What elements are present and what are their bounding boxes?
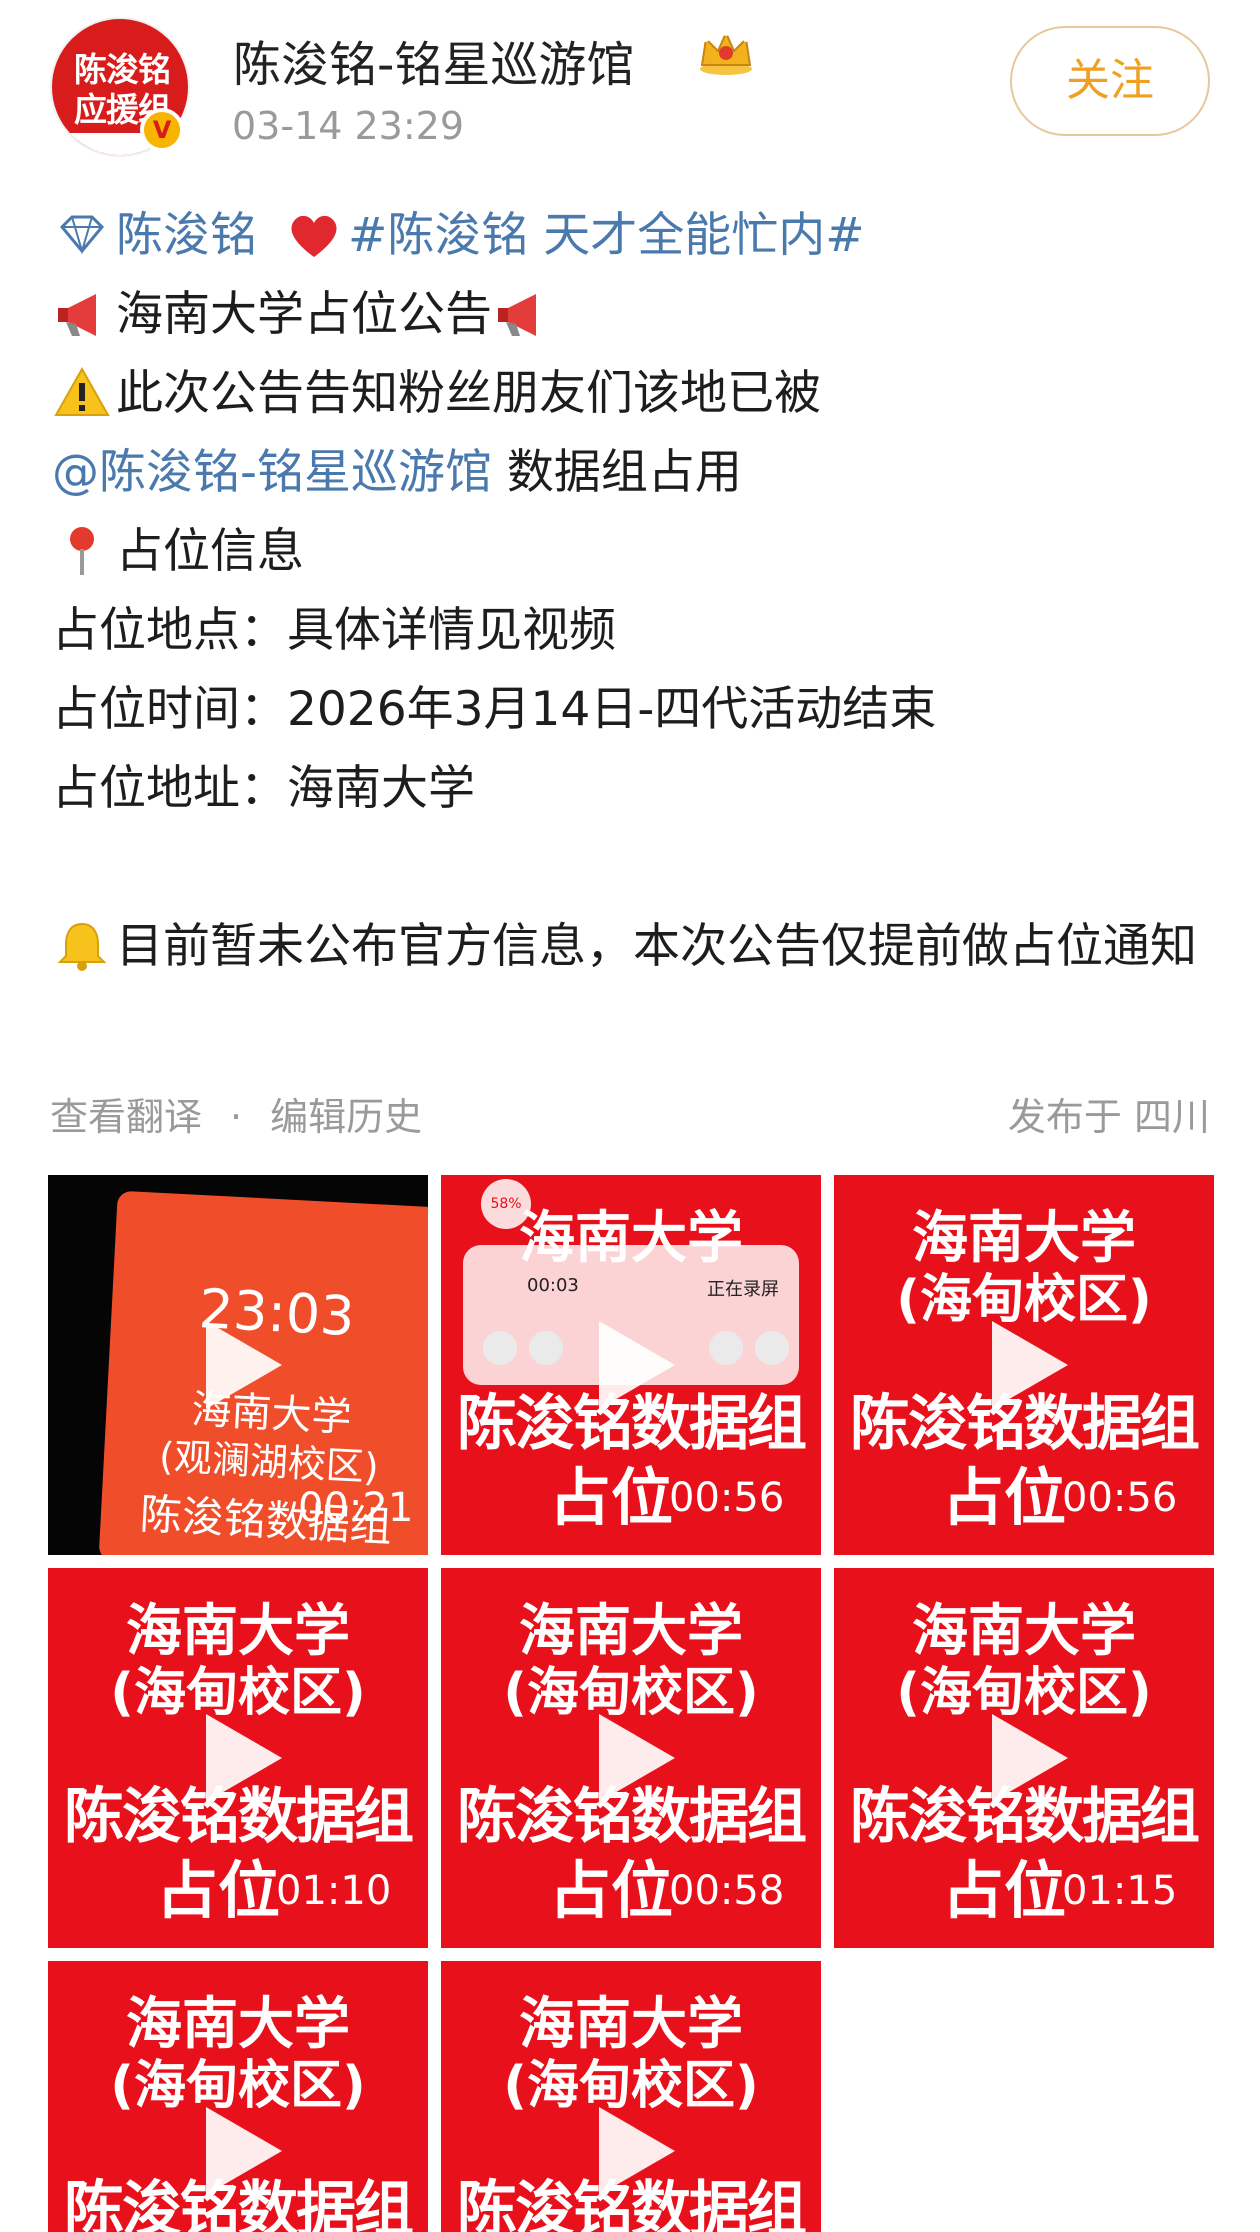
play-icon [992,1714,1068,1802]
video-thumbnail[interactable]: 海南大学 (海甸校区) 陈浚铭数据组 占位 01:15 [834,1568,1214,1948]
video-duration: 00:56 [1062,1475,1178,1521]
play-icon [206,1714,282,1802]
play-icon [206,1321,282,1409]
record-pause-icon [709,1331,743,1365]
video-thumbnail[interactable]: 23:03 海南大学 (观澜湖校区) 陈浚铭数据组 00:21 [48,1175,428,1555]
post-meta-row: 查看翻译 · 编辑历史 发布于 四川 [50,1080,1210,1140]
edit-history-link[interactable]: 编辑历史 [270,1095,422,1139]
pin-icon [70,526,94,575]
record-status: 正在录屏 [707,1279,779,1300]
post-line-topic: 陈浚铭 #陈浚铭 天才全能忙内# [52,196,1222,275]
record-sound-icon [483,1331,517,1365]
username[interactable]: 陈浚铭-铭星巡游馆 [233,25,634,95]
crown-icon [700,30,752,75]
heart-icon [291,215,337,257]
mention-suffix: 数据组占用 [491,445,742,500]
meta-separator: · [230,1095,243,1139]
info-location: 占位地点：具体详情见视频 [52,603,616,658]
announcement-title: 海南大学占位公告 [116,287,492,342]
video-duration: 01:10 [276,1868,392,1914]
play-icon [599,2107,675,2195]
video-thumbnail[interactable]: 海南大学 (海甸校区) 陈浚铭数据组 [441,1961,821,2232]
warning-icon [54,366,110,416]
video-duration: 00:56 [669,1475,785,1521]
post-line-notice: 此次公告告知粉丝朋友们该地已被 [52,354,1222,433]
video-duration: 01:15 [1062,1868,1178,1914]
video-thumbnail[interactable]: 海南大学 (海甸校区) 陈浚铭数据组 占位 00:56 [834,1175,1214,1555]
footer-text: 目前暂未公布官方信息，本次公告仅提前做占位通知 [116,919,1197,974]
post-location: 发布于 四川 [1007,1095,1210,1139]
post-body: 陈浚铭 #陈浚铭 天才全能忙内# 海南大学占位公告 此次公告告知粉丝朋友们该地已… [52,196,1222,986]
play-icon [599,1321,675,1409]
meta-left: 查看翻译 · 编辑历史 [50,1086,422,1141]
bell-icon [57,922,107,971]
post-line-title: 海南大学占位公告 [52,275,1222,354]
video-thumbnail[interactable]: 海南大学 (海甸校区) 陈浚铭数据组 占位 00:58 [441,1568,821,1948]
record-time: 00:03 [527,1275,579,1296]
follow-button[interactable]: 关注 [1010,26,1210,136]
topic-link[interactable]: #陈浚铭 天才全能忙内# [348,208,865,263]
post-header: 陈浚铭 应援组 V 陈浚铭-铭星巡游馆 03-14 23:29 关注 [0,0,1260,170]
mention-link[interactable]: @陈浚铭-铭星巡游馆 [52,445,492,500]
info-heading: 占位信息 [116,524,304,579]
info-address: 占位地址：海南大学 [52,761,475,816]
video-thumbnail[interactable]: 58% 海南大学 00:03 正在录屏 陈浚铭数据组 占位 00:56 [441,1175,821,1555]
post-line-mention: @陈浚铭-铭星巡游馆 数据组占用 [52,433,1222,512]
translate-link[interactable]: 查看翻译 [50,1095,202,1139]
record-stop-icon [755,1331,789,1365]
video-duration: 00:58 [669,1868,785,1914]
post-line-info-heading: 占位信息 [52,512,1222,591]
user-link[interactable]: 陈浚铭 [116,208,257,263]
video-duration: 00:21 [298,1485,414,1531]
post-line-footer: 目前暂未公布官方信息，本次公告仅提前做占位通知 [52,907,1222,986]
play-icon [992,1321,1068,1409]
verified-badge-icon: V [140,108,184,152]
play-icon [599,1714,675,1802]
play-icon [206,2107,282,2195]
video-grid: 23:03 海南大学 (观澜湖校区) 陈浚铭数据组 00:21 58% 海南大学… [48,1175,1214,2232]
video-thumbnail[interactable]: 海南大学 (海甸校区) 陈浚铭数据组 占位 01:10 [48,1568,428,1948]
record-mic-icon [529,1331,563,1365]
notice-text: 此次公告告知粉丝朋友们该地已被 [116,366,821,421]
megaphone-icon-end [498,293,536,336]
info-time: 占位时间：2026年3月14日-四代活动结束 [52,682,937,737]
video-thumbnail[interactable]: 海南大学 (海甸校区) 陈浚铭数据组 [48,1961,428,2232]
megaphone-icon [58,293,96,336]
post-timestamp: 03-14 23:29 [232,104,465,148]
diamond-icon [59,215,105,255]
